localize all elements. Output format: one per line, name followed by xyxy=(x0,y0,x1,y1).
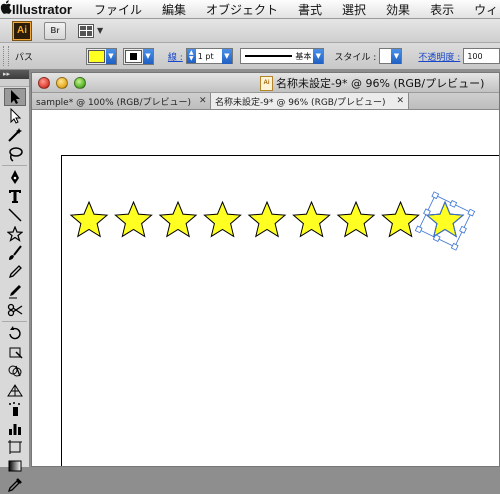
tools-separator xyxy=(2,165,27,166)
line-tool-icon[interactable] xyxy=(4,206,26,224)
chevron-down-icon: ▼ xyxy=(391,48,402,64)
illustrator-logo: Ai xyxy=(12,20,32,41)
style-label: スタイル : xyxy=(334,52,377,63)
chevron-down-icon[interactable]: ▼ xyxy=(221,48,232,64)
stroke-color-picker[interactable]: ▼ xyxy=(122,47,154,65)
chevron-down-icon[interactable]: ▼ xyxy=(97,26,103,35)
transform-handle[interactable] xyxy=(450,242,459,251)
document-title: Ai 名称未設定-9* @ 96% (RGB/プレビュー) xyxy=(260,75,484,91)
perspective-tool-icon[interactable] xyxy=(4,381,26,399)
selection-type-label: パス xyxy=(14,52,33,63)
panel-grip[interactable] xyxy=(3,46,9,66)
opacity-label[interactable]: 不透明度 : xyxy=(418,50,460,63)
magic-wand-tool-icon[interactable] xyxy=(4,126,26,144)
scissors-tool-icon[interactable] xyxy=(4,301,26,319)
blob-brush-tool-icon[interactable] xyxy=(4,282,26,300)
control-bar: パス ▼ ▼ 線 : ▲ ▼ 1 pt ▼ 基本 ▼ スタイル : ▼ 不透明度 … xyxy=(0,43,500,70)
menu-select[interactable]: 選択 xyxy=(342,1,366,18)
pen-tool-icon[interactable] xyxy=(4,168,26,186)
tab-label: 名称未設定-9* @ 96% (RGB/プレビュー) xyxy=(215,97,386,108)
menu-object[interactable]: オブジェクト xyxy=(206,1,278,18)
graph-tool-icon[interactable] xyxy=(4,419,26,437)
document-title-bar[interactable]: Ai 名称未設定-9* @ 96% (RGB/プレビュー) xyxy=(32,73,499,93)
menu-bar: Illustrator ファイル 編集 オブジェクト 書式 選択 効果 表示 ウ… xyxy=(0,0,500,19)
transform-handle[interactable] xyxy=(459,225,467,234)
document-tabs: sample* @ 100% (RGB/プレビュー) ✕ 名称未設定-9* @ … xyxy=(32,93,499,110)
free-transform-tool-icon[interactable] xyxy=(4,343,26,361)
profile-name: 基本 xyxy=(295,51,312,61)
star-shape[interactable] xyxy=(158,200,198,238)
paintbrush-tool-icon[interactable] xyxy=(4,244,26,262)
document-file-icon: Ai xyxy=(260,75,273,91)
stroke-label[interactable]: 線 : xyxy=(168,50,183,63)
variable-width-profile-select[interactable]: 基本 ▼ xyxy=(239,48,325,64)
selection-tool-icon[interactable] xyxy=(4,88,26,106)
profile-line-preview xyxy=(244,55,293,57)
document-title-text: 名称未設定-9* @ 96% (RGB/プレビュー) xyxy=(276,77,485,90)
tab-label: sample* @ 100% (RGB/プレビュー) xyxy=(36,97,191,108)
star-shape[interactable] xyxy=(203,200,242,238)
stepper-icon[interactable]: ▲ ▼ xyxy=(186,49,196,63)
tab-sample[interactable]: sample* @ 100% (RGB/プレビュー) ✕ xyxy=(32,93,211,109)
arrange-documents-icon[interactable] xyxy=(78,23,94,38)
gradient-tool-icon[interactable] xyxy=(4,457,26,475)
stroke-swatch xyxy=(124,49,142,63)
pencil-tool-icon[interactable] xyxy=(4,263,26,281)
graphic-style-picker[interactable]: ▼ xyxy=(379,48,403,64)
type-tool-icon[interactable] xyxy=(4,187,26,205)
menu-effect[interactable]: 効果 xyxy=(386,1,410,18)
chevron-down-icon: ▼ xyxy=(142,48,153,64)
star-shape[interactable] xyxy=(336,200,376,238)
chevron-down-icon: ▼ xyxy=(105,48,116,64)
transform-handle[interactable] xyxy=(467,208,476,217)
close-window-button[interactable] xyxy=(38,76,50,89)
close-tab-icon[interactable]: ✕ xyxy=(396,96,404,106)
star-shape[interactable] xyxy=(69,200,109,238)
menu-type[interactable]: 書式 xyxy=(298,1,322,18)
bridge-button[interactable]: Br xyxy=(44,21,66,40)
stars-layer xyxy=(69,191,476,251)
transform-handle[interactable] xyxy=(449,200,458,208)
minimize-window-button[interactable] xyxy=(56,76,68,89)
panel-grip[interactable] xyxy=(0,79,29,87)
transform-handle[interactable] xyxy=(414,225,423,234)
menu-view[interactable]: 表示 xyxy=(430,1,454,18)
app-name-menu[interactable]: Illustrator xyxy=(12,2,72,17)
artboard-tool-icon[interactable] xyxy=(4,438,26,456)
star-shape[interactable] xyxy=(381,200,420,238)
canvas-area[interactable] xyxy=(32,111,499,466)
direct-selection-tool-icon[interactable] xyxy=(4,107,26,125)
transform-handle[interactable] xyxy=(431,191,440,200)
rotate-tool-icon[interactable] xyxy=(4,324,26,342)
stroke-weight-field[interactable]: ▲ ▼ 1 pt ▼ xyxy=(185,48,233,64)
symbol-sprayer-tool-icon[interactable] xyxy=(4,400,26,418)
menu-window[interactable]: ウィンドウ xyxy=(474,1,500,18)
chevron-down-icon: ▼ xyxy=(313,48,324,64)
eyedropper-tool-icon[interactable] xyxy=(4,476,26,494)
shape-builder-tool-icon[interactable] xyxy=(4,362,26,380)
star-shape[interactable] xyxy=(114,200,153,238)
opacity-field[interactable]: 100 xyxy=(463,48,500,64)
menu-edit[interactable]: 編集 xyxy=(162,1,186,18)
star-shape[interactable] xyxy=(247,200,287,238)
application-bar: Ai Br ▼ xyxy=(0,19,500,43)
lasso-tool-icon[interactable] xyxy=(4,145,26,163)
stroke-weight-value[interactable]: 1 pt xyxy=(196,52,222,61)
document-window: Ai 名称未設定-9* @ 96% (RGB/プレビュー) sample* @ … xyxy=(31,72,500,467)
menu-file[interactable]: ファイル xyxy=(94,1,142,18)
stroke-swatch-inner xyxy=(129,52,137,60)
star-shape[interactable] xyxy=(292,200,331,238)
tools-separator xyxy=(2,321,27,322)
zoom-window-button[interactable] xyxy=(74,76,86,89)
fill-color-picker[interactable]: ▼ xyxy=(85,47,117,65)
fill-swatch xyxy=(87,49,105,63)
close-tab-icon[interactable]: ✕ xyxy=(199,96,207,106)
star-tool-icon[interactable] xyxy=(4,225,26,243)
tools-panel-header[interactable]: ▸▸ xyxy=(0,70,29,79)
tools-panel: ▸▸ xyxy=(0,70,30,493)
apple-icon[interactable] xyxy=(0,0,12,18)
tab-untitled-9[interactable]: 名称未設定-9* @ 96% (RGB/プレビュー) ✕ xyxy=(211,93,409,109)
